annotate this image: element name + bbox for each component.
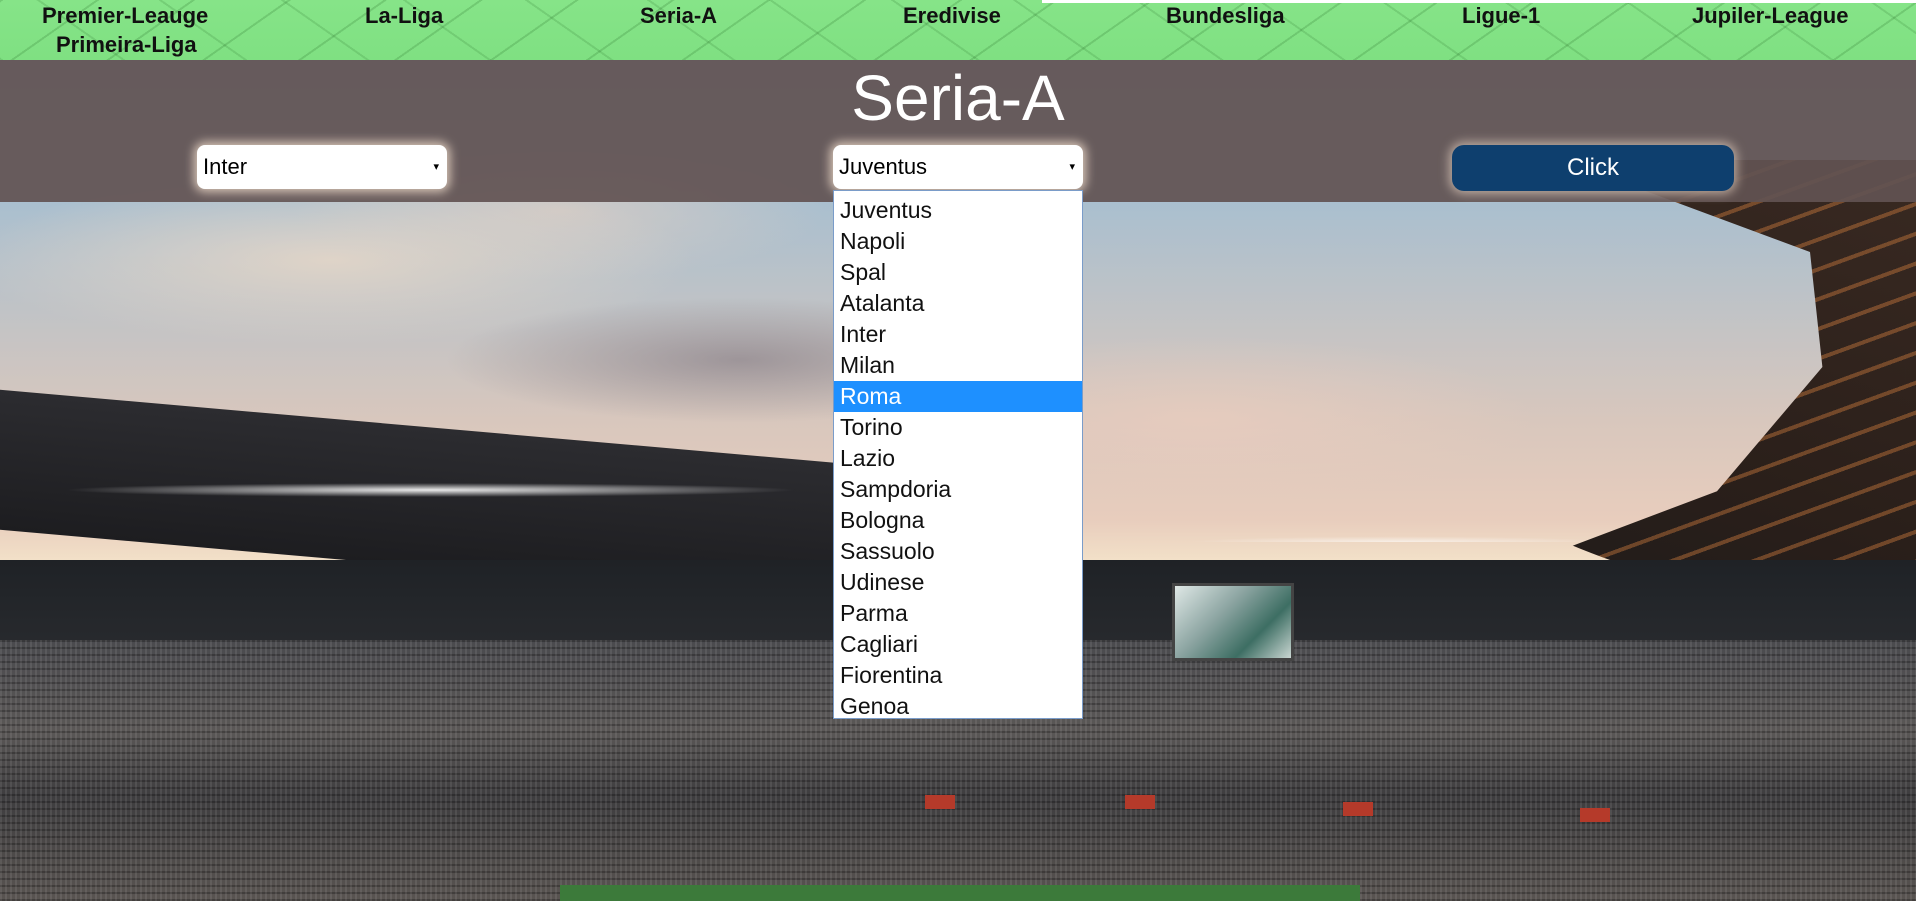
dropdown-option[interactable]: Sassuolo [834, 536, 1082, 567]
pitch [560, 885, 1360, 901]
dropdown-option[interactable]: Spal [834, 257, 1082, 288]
team2-select[interactable]: Juventus ▾ [833, 145, 1083, 189]
team1-select-value: Inter [203, 154, 248, 179]
dropdown-option[interactable]: Cagliari [834, 629, 1082, 660]
chevron-down-icon: ▾ [1069, 161, 1075, 173]
dropdown-option[interactable]: Torino [834, 412, 1082, 443]
nav-item-la-liga[interactable]: La-Liga [365, 2, 443, 30]
league-nav: Premier-Leauge Primeira-Liga La-Liga Ser… [0, 0, 1916, 60]
dropdown-option[interactable]: Juventus [834, 195, 1082, 226]
nav-item-premier-league[interactable]: Premier-Leauge [42, 2, 208, 30]
dropdown-option[interactable]: Genoa [834, 691, 1082, 722]
dropdown-option[interactable]: Bologna [834, 505, 1082, 536]
nav-item-ligue-1[interactable]: Ligue-1 [1462, 2, 1540, 30]
dropdown-option[interactable]: Lazio [834, 443, 1082, 474]
dropdown-option[interactable]: Atalanta [834, 288, 1082, 319]
dropdown-option[interactable]: Inter [834, 319, 1082, 350]
nav-item-seria-a[interactable]: Seria-A [640, 2, 717, 30]
dropdown-option[interactable]: Sampdoria [834, 474, 1082, 505]
seat-block [1343, 802, 1373, 816]
nav-item-bundesliga[interactable]: Bundesliga [1166, 2, 1285, 30]
seat-block [1580, 808, 1610, 822]
team2-dropdown-list: Juventus Napoli Spal Atalanta Inter Milan Roma… [833, 190, 1083, 719]
page-title: Seria-A [851, 62, 1065, 134]
compare-button[interactable]: Click [1452, 145, 1734, 191]
team2-select-value: Juventus [839, 154, 928, 179]
dropdown-option[interactable]: Roma [834, 381, 1082, 412]
dropdown-option[interactable]: Fiorentina [834, 660, 1082, 691]
nav-item-eredivise[interactable]: Eredivise [903, 2, 1001, 30]
dropdown-option[interactable]: Udinese [834, 567, 1082, 598]
dropdown-option[interactable]: Napoli [834, 226, 1082, 257]
seat-block [925, 795, 955, 809]
team1-select[interactable]: Inter ▾ [197, 145, 447, 189]
nav-item-jupiler-league[interactable]: Jupiler-League [1692, 2, 1848, 30]
seat-block [1125, 795, 1155, 809]
nav-item-primeira-liga[interactable]: Primeira-Liga [56, 31, 197, 59]
jumbotron [1172, 583, 1294, 661]
dropdown-option[interactable]: Parma [834, 598, 1082, 629]
dropdown-option[interactable]: Milan [834, 350, 1082, 381]
chevron-down-icon: ▾ [433, 161, 439, 173]
